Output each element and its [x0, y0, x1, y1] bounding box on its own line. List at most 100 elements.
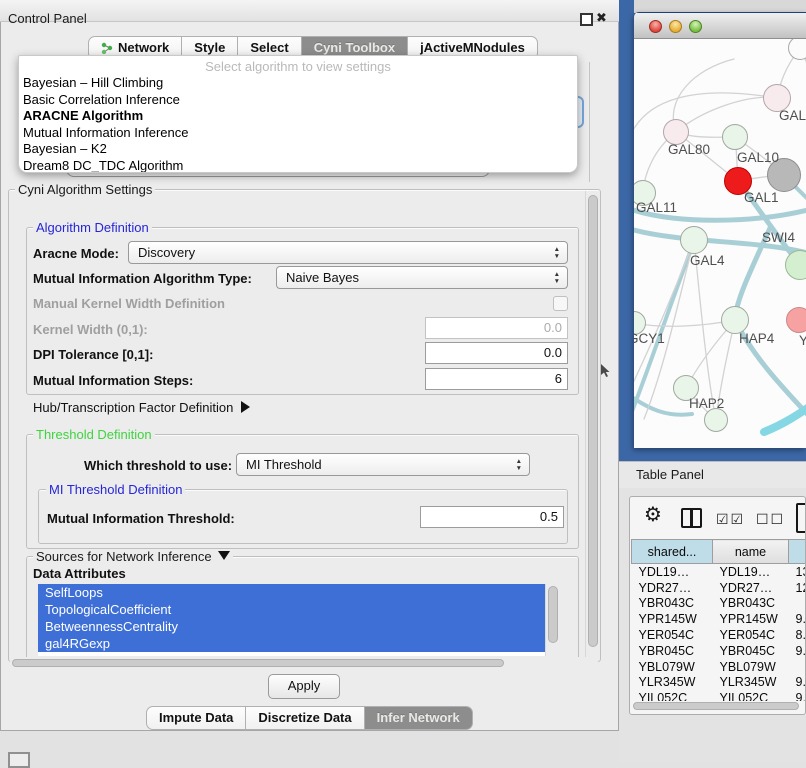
- kernel-width-field[interactable]: 0.0: [425, 317, 568, 339]
- select-all-checkboxes-icon[interactable]: ☑☑: [716, 511, 745, 528]
- settings-hscrollbar-thumb[interactable]: [12, 659, 504, 667]
- hub-definition-expander[interactable]: Hub/Transcription Factor Definition: [33, 400, 250, 415]
- algorithm-dropdown-list[interactable]: Select algorithm to view settings Bayesi…: [18, 55, 578, 173]
- mi-type-combo[interactable]: Naive Bayes ▲▼: [276, 266, 568, 289]
- table-cell: 9.: [789, 675, 806, 691]
- table-cell: YBL079W: [632, 659, 713, 675]
- docked-panel-icon[interactable]: [8, 752, 30, 768]
- aracne-mode-value: Discovery: [138, 245, 195, 260]
- column-header[interactable]: [789, 540, 806, 564]
- tab-impute-data[interactable]: Impute Data: [146, 706, 246, 730]
- mouse-cursor: [601, 364, 613, 379]
- algorithm-dropdown-placeholder: Select algorithm to view settings: [19, 56, 577, 75]
- column-header[interactable]: name: [713, 540, 789, 564]
- table-cell: YLR345W: [632, 675, 713, 691]
- tab-discretize-data[interactable]: Discretize Data: [246, 706, 364, 730]
- tab-infer-network[interactable]: Infer Network: [365, 706, 473, 730]
- algorithm-definition-title: Algorithm Definition: [33, 220, 152, 235]
- table-row[interactable]: YER054CYER054C8.: [632, 627, 806, 643]
- network-window-titlebar[interactable]: [634, 12, 806, 39]
- algorithm-option[interactable]: Mutual Information Inference: [19, 125, 577, 142]
- table-cell: YBL079W: [713, 659, 789, 675]
- network-node[interactable]: [721, 306, 749, 334]
- algorithm-option[interactable]: Bayesian – K2: [19, 141, 577, 158]
- table-cell: YBR043C: [632, 596, 713, 612]
- table-panel-title: Table Panel: [636, 467, 704, 482]
- mi-steps-field[interactable]: 6: [425, 368, 568, 390]
- algorithm-option[interactable]: ARACNE Algorithm: [19, 108, 577, 125]
- table-cell: YPR145W: [713, 611, 789, 627]
- float-panel-button[interactable]: [580, 13, 593, 26]
- hub-definition-label: Hub/Transcription Factor Definition: [33, 400, 233, 415]
- which-threshold-label: Which threshold to use:: [84, 458, 232, 473]
- dpi-tolerance-label: DPI Tolerance [0,1]:: [33, 347, 153, 362]
- node-label: SWI4: [762, 230, 795, 245]
- table-cell: 9.: [789, 690, 806, 701]
- data-attributes-list[interactable]: SelfLoopsTopologicalCoefficientBetweenne…: [38, 584, 559, 656]
- aracne-mode-combo[interactable]: Discovery ▲▼: [128, 241, 568, 264]
- network-edge: [764, 405, 806, 432]
- dpi-tolerance-field[interactable]: 0.0: [425, 342, 568, 364]
- network-node[interactable]: [786, 307, 806, 333]
- attribute-item[interactable]: TopologicalCoefficient: [38, 601, 545, 618]
- table-row[interactable]: YBR043CYBR043C: [632, 596, 806, 612]
- table-cell: YDL19…: [632, 564, 713, 580]
- algorithm-option[interactable]: Basic Correlation Inference: [19, 92, 577, 109]
- attributes-scrollbar-track[interactable]: [545, 584, 560, 656]
- network-node[interactable]: [722, 124, 748, 150]
- attribute-item[interactable]: BetweennessCentrality: [38, 618, 545, 635]
- table-row[interactable]: YBL079WYBL079W: [632, 659, 806, 675]
- export-table-icon[interactable]: [796, 503, 806, 533]
- table-row[interactable]: YDL19…YDL19…13: [632, 564, 806, 580]
- table-row[interactable]: YIL052CYIL052C9.: [632, 690, 806, 701]
- table-cell: YER054C: [713, 627, 789, 643]
- column-header[interactable]: shared...: [632, 540, 713, 564]
- settings-hscrollbar-track[interactable]: [10, 657, 598, 669]
- node-label: HAP2: [689, 396, 724, 411]
- combo-stepper-icon: ▲▼: [554, 271, 560, 285]
- control-panel-titlebar[interactable]: [0, 0, 619, 22]
- table-cell: [789, 659, 806, 675]
- tab-label: Cyni Toolbox: [314, 40, 395, 55]
- table-row[interactable]: YPR145WYPR145W9.: [632, 611, 806, 627]
- table-row[interactable]: YBR045CYBR045C9.: [632, 643, 806, 659]
- network-icon: [101, 42, 113, 54]
- attributes-scrollbar-thumb[interactable]: [548, 586, 558, 643]
- minimize-traffic-light[interactable]: [669, 20, 682, 33]
- settings-gear-icon[interactable]: ⚙: [644, 505, 662, 525]
- table-horizontal-scrollbar[interactable]: [633, 702, 803, 712]
- table-cell: 13: [789, 564, 806, 580]
- network-view-window[interactable]: GALGAL80GAL10GAL1GAL11SWI4GAL4GCY1HAP4YH…: [634, 12, 806, 448]
- attribute-item[interactable]: SelfLoops: [38, 584, 545, 601]
- network-canvas[interactable]: GALGAL80GAL10GAL1GAL11SWI4GAL4GCY1HAP4YH…: [634, 39, 806, 448]
- close-traffic-light[interactable]: [649, 20, 662, 33]
- table-cell: YBR045C: [632, 643, 713, 659]
- table-cell: [789, 596, 806, 612]
- settings-scrollbar-track[interactable]: [585, 191, 600, 658]
- node-table[interactable]: shared...name YDL19…YDL19…13YDR27…YDR27……: [630, 539, 806, 701]
- algorithm-option[interactable]: Bayesian – Hill Climbing: [19, 75, 577, 92]
- network-node[interactable]: [680, 226, 708, 254]
- node-label: GAL: [779, 108, 806, 123]
- attribute-item[interactable]: gal4RGexp: [38, 635, 545, 652]
- table-row[interactable]: YLR345WYLR345W9.: [632, 675, 806, 691]
- mi-steps-label: Mutual Information Steps:: [33, 373, 193, 388]
- tab-label: jActiveMNodules: [420, 40, 525, 55]
- which-threshold-combo[interactable]: MI Threshold ▲▼: [236, 453, 530, 476]
- manual-kernel-checkbox[interactable]: [553, 296, 568, 311]
- table-cell: YDR27…: [632, 580, 713, 596]
- algorithm-option[interactable]: Dream8 DC_TDC Algorithm: [19, 158, 577, 174]
- apply-button[interactable]: Apply: [268, 674, 340, 699]
- deselect-all-checkboxes-icon[interactable]: ☐☐: [756, 511, 785, 528]
- sources-title[interactable]: Sources for Network Inference: [33, 549, 233, 564]
- node-label: Y: [799, 333, 806, 348]
- close-panel-button[interactable]: ✖: [596, 10, 607, 26]
- network-node[interactable]: [704, 408, 728, 432]
- table-cell: YIL052C: [632, 690, 713, 701]
- column-layout-icon[interactable]: [681, 508, 702, 528]
- table-row[interactable]: YDR27…YDR27…12: [632, 580, 806, 596]
- zoom-traffic-light[interactable]: [689, 20, 702, 33]
- mi-threshold-field[interactable]: 0.5: [420, 506, 564, 528]
- mi-threshold-label: Mutual Information Threshold:: [47, 511, 235, 526]
- settings-scrollbar-thumb[interactable]: [588, 195, 598, 647]
